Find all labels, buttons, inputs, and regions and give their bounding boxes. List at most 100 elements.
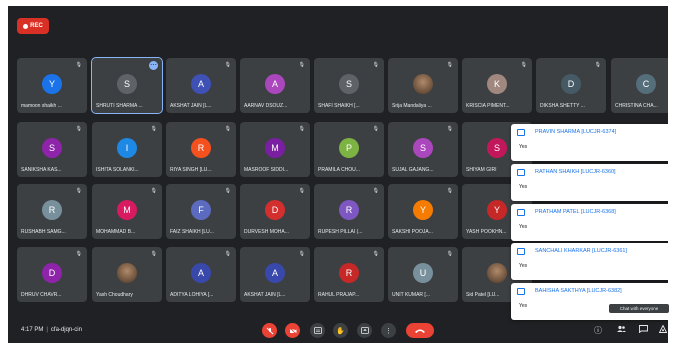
mic-muted-icon: 🎙	[224, 188, 231, 194]
participant-name: SUJAL GAJANG...	[392, 167, 434, 173]
participant-tile[interactable]: S 🎙 SUJAL GAJANG...	[388, 122, 458, 177]
avatar: R	[339, 263, 359, 283]
participant-name: Srija Mandaliya ...	[392, 103, 432, 109]
camera-off-icon	[289, 327, 296, 334]
participant-tile[interactable]: R 🎙 RAHUL PRAJAP...	[314, 247, 384, 302]
participant-tile[interactable]: K 🎙 KRISCIA PIMENT...	[462, 58, 532, 113]
avatar: S	[413, 138, 433, 158]
avatar: I	[117, 138, 137, 158]
participant-tile[interactable]: S 🎙 SHAFI SHAIKH [...	[314, 58, 384, 113]
participant-tile[interactable]: F 🎙 FAIZ SHAIKH [LU...	[166, 184, 236, 239]
captions-button[interactable]	[310, 323, 325, 338]
participant-tile[interactable]: I 🎙 ISHITA SOLANKI...	[92, 122, 162, 177]
avatar: U	[413, 263, 433, 283]
participant-name: ISHITA SOLANKI...	[96, 167, 139, 173]
camera-toggle-button[interactable]	[285, 323, 300, 338]
avatar: R	[339, 200, 359, 220]
mic-muted-icon: 🎙	[594, 62, 601, 68]
participant-name: DURVESH MOHA...	[244, 229, 289, 235]
participant-tile[interactable]: S 🎙 SANIKSHA KAS...	[17, 122, 87, 177]
mic-muted-icon: 🎙	[150, 126, 157, 132]
participant-tile[interactable]: C🎙CHRISTINA CHA...	[611, 58, 668, 113]
participant-tile[interactable]: R 🎙 RUPESH PILLAI (...	[314, 184, 384, 239]
more-options-button[interactable]: ⋮	[381, 323, 396, 338]
mic-muted-icon: 🎙	[372, 62, 379, 68]
mic-muted-icon: 🎙	[520, 62, 527, 68]
participant-name: RIYA SINGH [LU...	[170, 167, 212, 173]
chat-notification[interactable]: PRATHAM PATEL [LUCJR-6368] Yes	[511, 204, 668, 241]
recording-indicator: REC	[17, 18, 49, 34]
end-call-button[interactable]	[406, 323, 434, 338]
mic-muted-icon: 🎙	[372, 251, 379, 257]
participant-tile[interactable]: P 🎙 PRAMILA CHOU...	[314, 122, 384, 177]
raise-hand-icon: ✋	[336, 327, 345, 335]
avatar: S	[117, 74, 137, 94]
mic-muted-icon: 🎙	[446, 62, 453, 68]
participant-tile[interactable]: U 🎙 UNIT KUMAR [...	[388, 247, 458, 302]
mic-muted-icon: 🎙	[298, 126, 305, 132]
avatar: M	[265, 138, 285, 158]
participant-tile[interactable]: Y 🎙 SAKSHI POOJA...	[388, 184, 458, 239]
avatar: D	[42, 263, 62, 283]
avatar: D	[265, 200, 285, 220]
chat-notification[interactable]: SANCHALI KHARKAR [LUCJR-6361] Yes	[511, 243, 668, 280]
chat-notification[interactable]: PRAVIN SHARMA [LUCJR-6374] Yes	[511, 124, 668, 161]
participant-tile[interactable]: D 🎙 DURVESH MOHA...	[240, 184, 310, 239]
participant-tile[interactable]: Y 🎙 mamoon shaikh ...	[17, 58, 87, 113]
clock-time: 4:17 PM	[21, 327, 44, 333]
participant-tile[interactable]: M 🎙 MASROOF SIDDI...	[240, 122, 310, 177]
meeting-info: 4:17 PM | cfa-djqn-cin	[21, 327, 82, 333]
avatar: S	[487, 138, 507, 158]
avatar: A	[191, 263, 211, 283]
chat-notification[interactable]: RATHAN SHAIKH [LUCJR-6360] Yes	[511, 164, 668, 201]
participant-tile[interactable]: A 🎙 ADITYA LOHIYA [...	[166, 247, 236, 302]
chat-icon[interactable]	[639, 325, 648, 335]
participant-name: FAIZ SHAIKH [LU...	[170, 229, 214, 235]
participant-tile[interactable]: R 🎙 RIYA SINGH [LU...	[166, 122, 236, 177]
mic-muted-icon: 🎙	[75, 62, 82, 68]
meeting-code: cfa-djqn-cin	[50, 327, 82, 333]
participant-tile[interactable]: D 🎙 DIKSHA SHETTY ...	[536, 58, 606, 113]
avatar: Y	[487, 200, 507, 220]
avatar: R	[42, 200, 62, 220]
mic-muted-icon: 🎙	[224, 126, 231, 132]
chat-icon	[517, 209, 525, 216]
activities-icon[interactable]	[658, 324, 668, 335]
avatar: K	[487, 74, 507, 94]
participant-tile[interactable]: A 🎙 AKSHAT JAIN [L...	[240, 247, 310, 302]
notification-message: Yes	[519, 303, 528, 309]
participant-tile[interactable]: A 🎙 AKSHAT JAIN [L...	[166, 58, 236, 113]
chat-icon	[517, 169, 525, 176]
mic-toggle-button[interactable]	[262, 323, 277, 338]
mic-muted-icon: 🎙	[446, 126, 453, 132]
mic-off-icon	[266, 327, 273, 334]
participant-tile[interactable]: 🎙 Srija Mandaliya ...	[388, 58, 458, 113]
raise-hand-button[interactable]: ✋	[333, 323, 348, 338]
participant-tile[interactable]: D 🎙 DHRUV CHAVR...	[17, 247, 87, 302]
participant-name: SHAFI SHAIKH [...	[318, 103, 360, 109]
participant-tile[interactable]: S ⋯ SHRUTI SHARMA ...	[91, 57, 163, 114]
mic-muted-icon: 🎙	[75, 188, 82, 194]
mic-muted-icon: 🎙	[75, 251, 82, 257]
people-icon[interactable]	[617, 325, 626, 335]
participant-tile[interactable]: A 🎙 AARNAV DSOUZ...	[240, 58, 310, 113]
participant-name: Yash Choudhary	[96, 292, 133, 298]
tile-options-icon[interactable]: ⋯	[149, 61, 158, 70]
info-icon[interactable]: ⓘ	[594, 325, 602, 336]
present-button[interactable]	[357, 323, 372, 338]
participant-name: ADITYA LOHIYA [...	[170, 292, 214, 298]
chat-notification[interactable]: BAHISHA SAKTHYA [LUCJR-6382] Yes	[511, 283, 668, 320]
participant-name: DIKSHA SHETTY ...	[540, 103, 585, 109]
notification-message: Yes	[519, 144, 528, 150]
bottom-bar: 4:17 PM | cfa-djqn-cin ✋ ⋮ ⓘ	[8, 319, 668, 343]
participant-name: DHRUV CHAVR...	[21, 292, 62, 298]
mic-muted-icon: 🎙	[372, 126, 379, 132]
avatar	[487, 263, 507, 283]
notification-sender: BAHISHA SAKTHYA [LUCJR-6382]	[535, 288, 622, 294]
participant-tile[interactable]: M 🎙 MOHAMMAD B...	[92, 184, 162, 239]
participant-name: PRAMILA CHOU...	[318, 167, 360, 173]
participant-tile[interactable]: 🎙 Yash Choudhary	[92, 247, 162, 302]
participant-name: RAHUL PRAJAP...	[318, 292, 360, 298]
participant-tile[interactable]: R 🎙 RUSHABH SAMG...	[17, 184, 87, 239]
avatar: S	[339, 74, 359, 94]
